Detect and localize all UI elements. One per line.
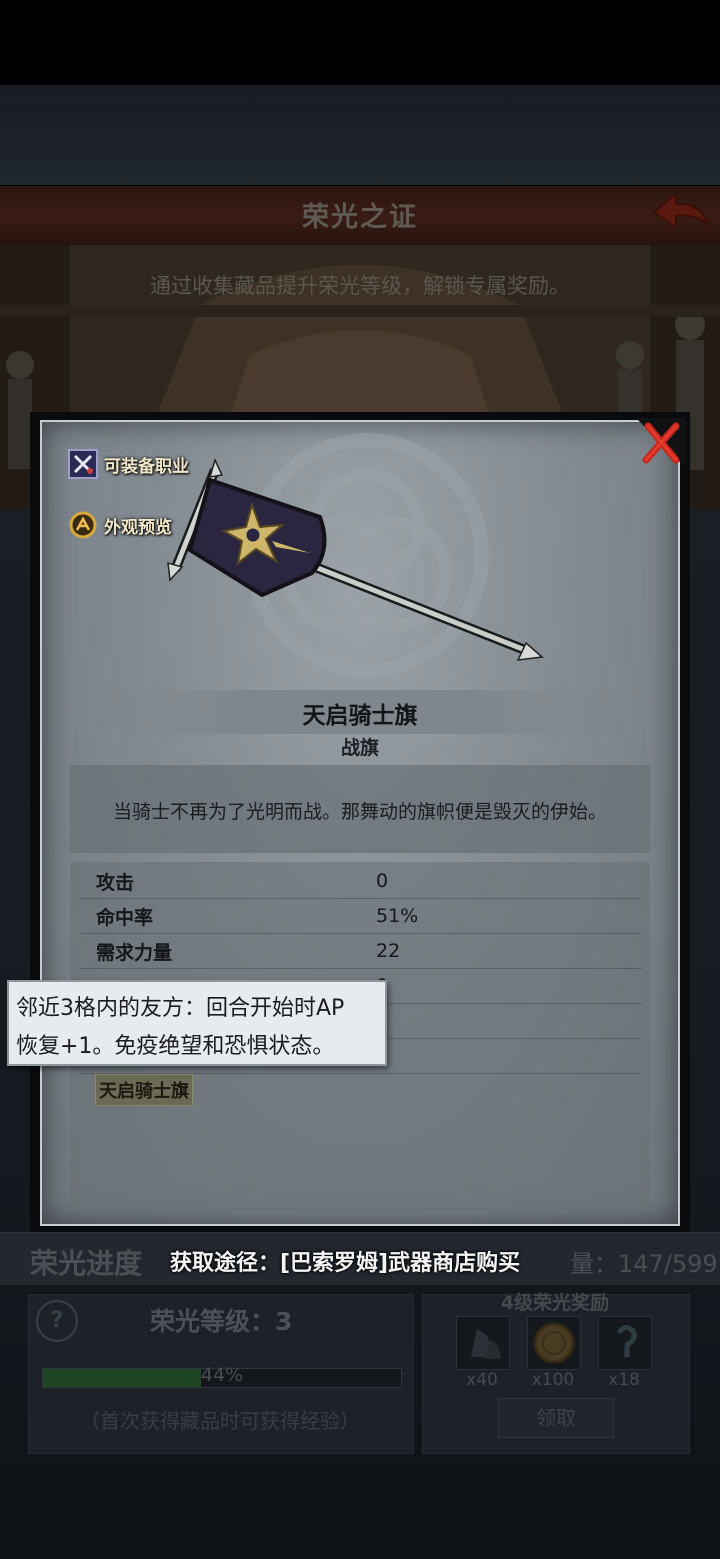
stat-label: 攻击: [96, 871, 135, 894]
appearance-preview-button[interactable]: 外观预览: [68, 508, 172, 542]
exp-note: （首次获得藏品时可获得经验）: [80, 1409, 360, 1433]
status-bar: [0, 0, 720, 85]
war-banner-image: [167, 457, 544, 661]
close-icon[interactable]: [636, 418, 686, 468]
reward-qty-2: x100: [531, 1370, 575, 1390]
obtain-route: 获取途径：[巴索罗姆]武器商店购买: [170, 1251, 521, 1276]
stat-value: 0: [376, 870, 389, 892]
glory-level: 荣光等级：3: [150, 1307, 293, 1336]
claim-button[interactable]: 领取: [498, 1398, 614, 1438]
crossed-swords-icon: [68, 449, 98, 479]
stat-value: 51%: [376, 905, 419, 927]
crystal-icon[interactable]: [456, 1316, 510, 1370]
hook-icon[interactable]: [598, 1316, 652, 1370]
bottom-band: [0, 1462, 720, 1559]
stat-row: 攻击 0: [80, 864, 642, 899]
stat-row: 需求力量 22: [80, 934, 642, 969]
item-name: 天启骑士旗: [302, 703, 418, 729]
reward-title: 4级荣光奖励: [500, 1292, 610, 1314]
stat-label: 命中率: [96, 906, 154, 929]
tooltip-line-1: 邻近3格内的友方：回合开始时AP: [16, 996, 345, 1021]
exp-progress-label: 44%: [200, 1364, 244, 1386]
stat-value: 22: [376, 940, 401, 962]
gold-coin-icon[interactable]: [527, 1316, 581, 1370]
progress-title: 荣光进度: [30, 1247, 143, 1280]
top-band: [0, 85, 720, 185]
mannequin-icon: [68, 510, 98, 540]
stat-row: 命中率 51%: [80, 899, 642, 934]
tooltip-line-2: 恢复+1。免疫绝望和恐惧状态。: [16, 1034, 335, 1059]
reward-qty-1: x40: [466, 1370, 498, 1390]
collection-count: 量：147/599: [570, 1250, 718, 1278]
set-effect-link[interactable]: 天启骑士旗: [95, 1074, 193, 1106]
item-description: 当骑士不再为了光明而战。那舞动的旗帜便是毁灭的伊始。: [112, 801, 607, 823]
item-type: 战旗: [340, 737, 379, 759]
help-icon[interactable]: ?: [36, 1300, 78, 1342]
stat-label: 需求力量: [96, 941, 173, 964]
reward-qty-3: x18: [608, 1370, 640, 1390]
back-arrow-icon[interactable]: [650, 190, 712, 236]
hall-description: 通过收集藏品提升荣光等级，解锁专属奖励。: [150, 274, 570, 298]
page-title: 荣光之证: [302, 202, 418, 233]
